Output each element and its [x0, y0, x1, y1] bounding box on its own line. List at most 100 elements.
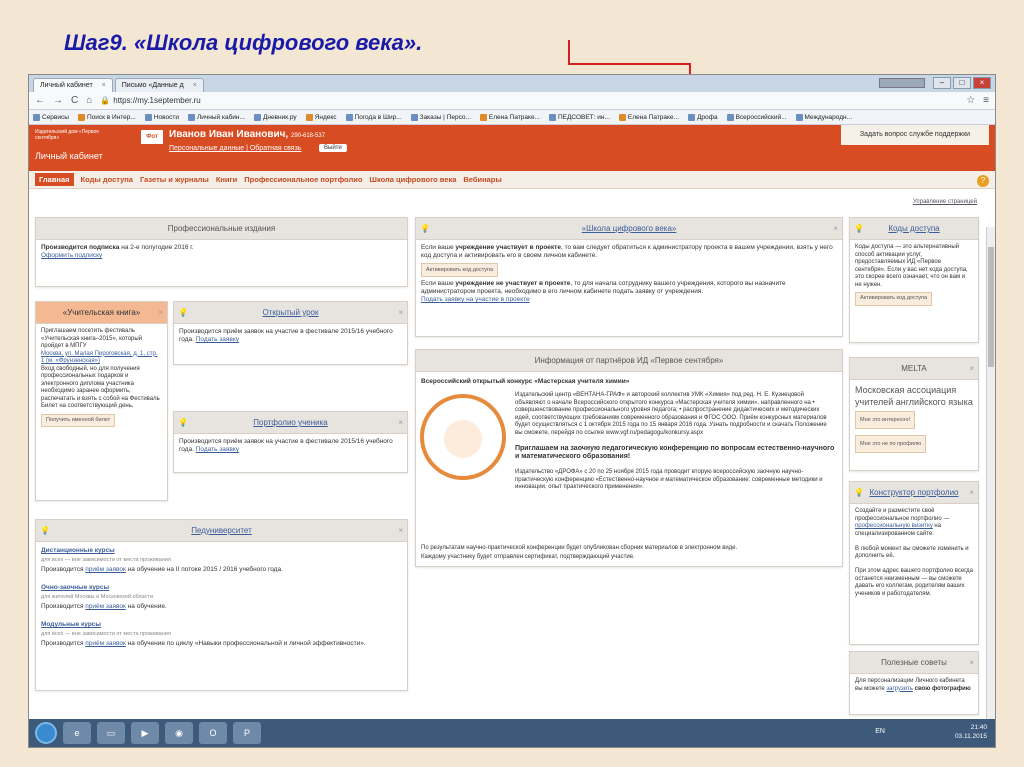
- minimize-icon[interactable]: –: [933, 77, 951, 89]
- menu-icon[interactable]: ≡: [983, 95, 989, 106]
- course-link[interactable]: Модульные курсы: [41, 621, 101, 628]
- opera-icon[interactable]: O: [199, 722, 227, 744]
- activate-code-button[interactable]: Активировать код доступа: [855, 292, 933, 306]
- panel-title[interactable]: 💡 Конструктор портфолио ×: [850, 482, 978, 504]
- slide-title: Шаг9. «Школа цифрового века».: [64, 30, 423, 55]
- bookmark[interactable]: Яндекс: [305, 113, 337, 121]
- close-icon[interactable]: ×: [158, 308, 163, 317]
- ie-icon[interactable]: e: [63, 722, 91, 744]
- close-icon[interactable]: ×: [398, 308, 403, 317]
- bookmark[interactable]: Дневник.ру: [253, 113, 297, 121]
- tab-letter[interactable]: Письмо «Данные д ×: [114, 78, 204, 92]
- activate-code-button[interactable]: Активировать код доступа: [421, 263, 499, 277]
- panel-title: Полезные советы ×: [850, 652, 978, 674]
- home-icon[interactable]: ⌂: [86, 95, 92, 106]
- bookmark[interactable]: Всероссийский...: [726, 113, 787, 121]
- course-link[interactable]: Очно-заочные курсы: [41, 584, 109, 591]
- forward-icon[interactable]: →: [53, 95, 63, 106]
- close-icon[interactable]: ×: [969, 488, 974, 497]
- course-link[interactable]: Дистанционные курсы: [41, 547, 115, 554]
- powerpoint-icon[interactable]: P: [233, 722, 261, 744]
- contest-logo: [420, 394, 506, 480]
- nav-item-digital-school[interactable]: Школа цифрового века: [369, 175, 456, 184]
- close-icon[interactable]: ×: [102, 82, 106, 89]
- bookmark[interactable]: Новости: [144, 113, 179, 121]
- upload-link[interactable]: загрузить: [886, 686, 913, 692]
- bookmark[interactable]: Сервисы: [33, 113, 69, 121]
- page-scrollbar[interactable]: [986, 227, 995, 721]
- apply-project-link[interactable]: Подать заявку на участие в проекте: [421, 296, 530, 303]
- panel-title: Информация от партнёров ИД «Первое сентя…: [416, 350, 842, 372]
- panel-open-lesson: 💡 Открытый урок × Производится приём заяво…: [173, 301, 408, 365]
- bookmark[interactable]: Международн...: [795, 113, 852, 121]
- folder-icon[interactable]: ▭: [97, 722, 125, 744]
- bulb-icon: 💡: [854, 224, 864, 233]
- subscribe-link[interactable]: Оформить подписку: [41, 252, 102, 259]
- panel-title[interactable]: 💡 Коды доступа: [850, 218, 978, 240]
- reload-icon[interactable]: C: [71, 95, 78, 106]
- taskbar: e ▭ ▶ ◉ O P EN 21:40 03.11.2015: [29, 719, 995, 747]
- address-link[interactable]: Москва, ул. Малая Пироговская, д. 1, стр…: [41, 351, 157, 365]
- logout-button[interactable]: Выйти: [319, 144, 347, 152]
- help-icon[interactable]: ?: [977, 175, 989, 187]
- apply-link[interactable]: приём заявок: [85, 603, 126, 610]
- user-links[interactable]: Персональные данные | Обратная связь: [169, 145, 301, 152]
- apply-link[interactable]: Подать заявку: [196, 336, 239, 343]
- apply-link[interactable]: Подать заявку: [196, 446, 239, 453]
- panel-pupil-portfolio: 💡 Портфолио ученика × Производится приём з…: [173, 411, 408, 473]
- maximize-icon[interactable]: □: [953, 77, 971, 89]
- clock[interactable]: 21:40 03.11.2015: [955, 723, 987, 741]
- media-icon[interactable]: ▶: [131, 722, 159, 744]
- start-button[interactable]: [35, 722, 57, 744]
- site-logo[interactable]: Издательский дом «Первое сентября» Личны…: [35, 129, 115, 161]
- ticket-button[interactable]: Получить именной билет: [41, 413, 116, 427]
- nav-item-codes[interactable]: Коды доступа: [81, 175, 133, 184]
- panel-title[interactable]: 💡 Педуниверситет ×: [36, 520, 407, 542]
- bookmark[interactable]: Елена Патраке...: [618, 113, 679, 121]
- close-icon[interactable]: ×: [833, 224, 838, 233]
- bookmark[interactable]: Погода в Шир...: [345, 113, 402, 121]
- bookmark[interactable]: ПЕДСОВЕТ: ин...: [548, 113, 610, 121]
- bookmark[interactable]: Дрофа: [687, 113, 718, 121]
- apply-link[interactable]: приём заявок: [85, 566, 126, 573]
- panel-title: Профессиональные издания: [36, 218, 407, 240]
- apply-link[interactable]: приём заявок: [85, 640, 126, 647]
- panel-title[interactable]: 💡 «Школа цифрового века» ×: [416, 218, 842, 240]
- bookmark[interactable]: Заказы | Персо...: [410, 113, 471, 121]
- url-field[interactable]: 🔒 https://my.1september.ru: [100, 96, 200, 105]
- portfolio-link[interactable]: профессиональную визитку: [855, 523, 933, 529]
- panel-title: «Учительская книга» ×: [36, 302, 167, 324]
- avatar[interactable]: Фот: [141, 130, 163, 144]
- panel-title[interactable]: 💡 Открытый урок ×: [174, 302, 407, 324]
- close-window-icon[interactable]: ×: [973, 77, 991, 89]
- close-icon[interactable]: ×: [969, 658, 974, 667]
- star-icon[interactable]: ☆: [966, 95, 975, 106]
- bookmark[interactable]: Поиск в Интер...: [77, 113, 136, 121]
- panel-access-codes: 💡 Коды доступа Коды доступа — это альтерн…: [849, 217, 979, 343]
- close-icon[interactable]: ×: [193, 82, 197, 89]
- interested-button[interactable]: Мне это интересно!: [855, 411, 916, 429]
- nav-item-webinars[interactable]: Вебинары: [463, 175, 501, 184]
- close-icon[interactable]: ×: [969, 364, 974, 373]
- support-button[interactable]: Задать вопрос службе поддержки: [841, 125, 989, 145]
- window-controls: – □ ×: [933, 77, 991, 89]
- chrome-icon[interactable]: ◉: [165, 722, 193, 744]
- bookmark[interactable]: Личный кабин...: [188, 113, 245, 121]
- back-icon[interactable]: ←: [35, 95, 45, 106]
- bookmark[interactable]: Елена Патраке...: [479, 113, 540, 121]
- panel-partners: Информация от партнёров ИД «Первое сентя…: [415, 349, 843, 567]
- bulb-icon: 💡: [854, 488, 864, 497]
- nav-item-journals[interactable]: Газеты и журналы: [140, 175, 209, 184]
- close-icon[interactable]: ×: [398, 418, 403, 427]
- nav-item-books[interactable]: Книги: [216, 175, 237, 184]
- not-relevant-button[interactable]: Мне это не по профилю: [855, 435, 927, 453]
- nav-item-portfolio[interactable]: Профессиональное портфолио: [244, 175, 362, 184]
- nav-item-main[interactable]: Главная: [35, 173, 74, 186]
- close-icon[interactable]: ×: [398, 526, 403, 535]
- tab-personal-cabinet[interactable]: Личный кабинет ×: [33, 78, 113, 92]
- address-bar: ← → C ⌂ 🔒 https://my.1september.ru ☆ ≡: [29, 92, 995, 110]
- language-indicator[interactable]: EN: [875, 728, 885, 735]
- manage-page-link[interactable]: Управление страницей: [913, 199, 977, 205]
- panel-title[interactable]: 💡 Портфолио ученика ×: [174, 412, 407, 434]
- profile-badge[interactable]: [879, 78, 925, 88]
